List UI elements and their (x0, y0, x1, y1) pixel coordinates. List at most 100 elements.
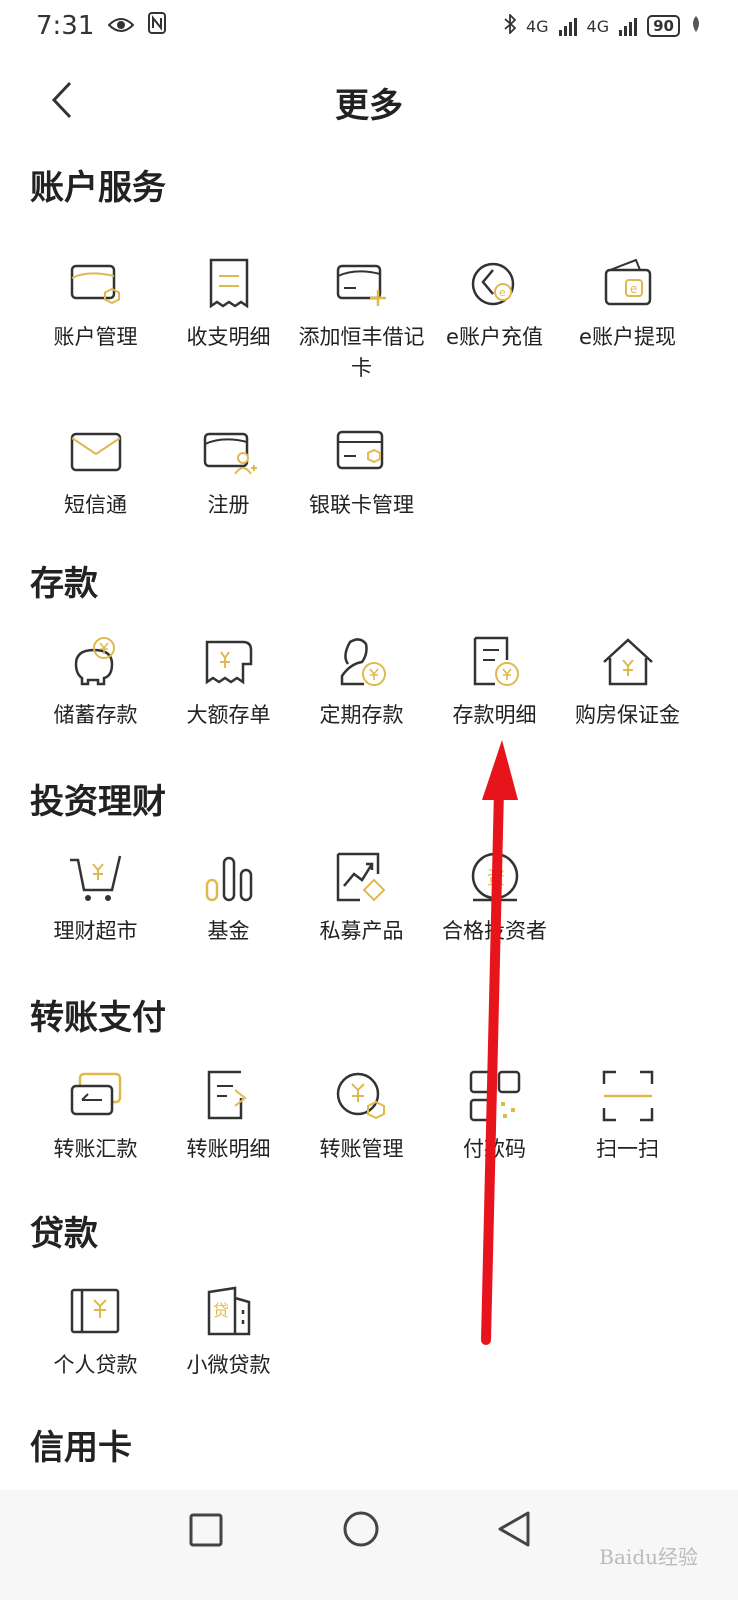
section: 贷款 个人贷款 贷小微贷款 (0, 1206, 738, 1377)
deposit-detail-icon (473, 636, 519, 686)
menu-item[interactable]: e e账户充值 (428, 256, 561, 384)
menu-item-label: 小微贷款 (186, 1353, 271, 1377)
qualified-investor-icon: 资 (471, 852, 518, 902)
menu-item[interactable]: 账户管理 (29, 256, 162, 384)
e-wallet-icon: e (604, 258, 651, 306)
menu-item-label: 添加恒丰借记卡 (298, 325, 425, 380)
triangle-back-icon (498, 1511, 530, 1547)
menu-item-label: 购房保证金 (575, 703, 680, 727)
menu-item[interactable]: 转账管理 (295, 1068, 428, 1165)
menu-item[interactable]: 基金 (162, 850, 295, 947)
menu-item-label: 短信通 (64, 493, 127, 517)
menu-item[interactable]: 个人贷款 (29, 1284, 162, 1381)
menu-item[interactable]: 存款明细 (428, 634, 561, 731)
status-bar: 7:31 4G 4G 90 (0, 0, 738, 52)
menu-item-label: 合格投资者 (442, 919, 547, 943)
menu-item-label: e账户提现 (579, 325, 676, 349)
transfer-icon (70, 1072, 121, 1116)
menu-grid-row: 账户管理 收支明细 添加恒丰借记卡 e e账户充值 e e账户提现 (0, 256, 694, 384)
menu-item[interactable]: 贷小微贷款 (162, 1284, 295, 1381)
nfc-icon (148, 11, 167, 41)
menu-item-label: 转账明细 (186, 1137, 271, 1161)
menu-item[interactable]: 购房保证金 (561, 634, 694, 731)
menu-item[interactable]: 扫一扫 (561, 1068, 694, 1165)
menu-item-label: 付款码 (463, 1137, 526, 1161)
leaf-icon (690, 15, 702, 37)
personal-loan-icon (70, 1288, 119, 1334)
menu-item-label: 定期存款 (319, 703, 404, 727)
fund-bars-icon (205, 856, 252, 902)
section: 信用卡 (0, 1420, 738, 1469)
svg-text:贷: 贷 (213, 1301, 229, 1320)
menu-item-label: 存款明细 (452, 703, 537, 727)
large-deposit-icon (205, 640, 252, 685)
menu-item[interactable]: 资合格投资者 (428, 850, 561, 947)
svg-text:资: 资 (487, 868, 505, 889)
menu-grid-row: 理财超市 基金 私募产品资合格投资者 (0, 850, 561, 947)
menu-item[interactable]: 定期存款 (295, 634, 428, 731)
section-title: 账户服务 (30, 168, 166, 208)
menu-item-label: 理财超市 (53, 919, 138, 943)
transfer-detail-icon (207, 1070, 247, 1120)
menu-item-label: 扫一扫 (596, 1137, 659, 1161)
menu-item[interactable]: 转账明细 (162, 1068, 295, 1165)
home-button[interactable] (342, 1510, 380, 1552)
svg-text:e: e (630, 282, 637, 296)
recent-apps-button[interactable] (188, 1512, 224, 1552)
battery-level: 90 (653, 17, 674, 35)
section: 投资理财理财超市 基金 私募产品 资合格投资者 (0, 774, 738, 943)
page-title: 更多 (335, 86, 403, 126)
network-label-2: 4G (586, 16, 610, 36)
menu-item[interactable]: 储蓄存款 (29, 634, 162, 731)
account-card-shield-icon (70, 264, 120, 305)
menu-grid-row: 储蓄存款 大额存单 定期存款 存款明细 购房保证金 (0, 634, 694, 731)
add-card-icon (336, 264, 386, 306)
section-title: 存款 (30, 564, 98, 604)
private-fund-icon (336, 852, 385, 902)
back-nav-button[interactable] (496, 1510, 532, 1552)
register-user-icon (203, 432, 257, 475)
section-title: 投资理财 (30, 782, 166, 822)
menu-item-label: 转账管理 (319, 1137, 404, 1161)
menu-item-label: 个人贷款 (53, 1353, 138, 1377)
menu-item[interactable]: 银联卡管理 (295, 424, 428, 521)
menu-item-label: 转账汇款 (53, 1137, 138, 1161)
menu-item[interactable]: 付款码 (428, 1068, 561, 1165)
eye-icon (107, 11, 135, 41)
piggy-bank-icon (74, 637, 115, 686)
menu-item[interactable]: 收支明细 (162, 256, 295, 384)
menu-item[interactable]: 短信通 (29, 424, 162, 521)
section-title: 信用卡 (30, 1428, 132, 1468)
payment-code-icon (469, 1070, 520, 1122)
section: 账户服务账户管理 收支明细 添加恒丰借记卡 e e账户充值 e e账户提现短信通 注册 银联卡管… (0, 160, 738, 517)
menu-item[interactable]: 注册 (162, 424, 295, 521)
signal-icon-2 (619, 16, 638, 36)
menu-item-label: e账户充值 (446, 325, 543, 349)
unionpay-card-icon (336, 430, 383, 470)
menu-item-label: 私募产品 (319, 919, 404, 943)
svg-text:e: e (499, 286, 506, 299)
section: 存款储蓄存款 大额存单 定期存款 存款明细 购房保证金 (0, 556, 738, 727)
cart-icon (69, 855, 121, 901)
menu-item-label: 银联卡管理 (309, 493, 414, 517)
battery-icon: 90 (647, 15, 680, 37)
house-deposit-icon (602, 638, 653, 686)
menu-grid-row: 转账汇款 转账明细 转账管理 付款码 扫一扫 (0, 1068, 694, 1165)
menu-item[interactable]: 私募产品 (295, 850, 428, 947)
menu-item[interactable]: 理财超市 (29, 850, 162, 947)
menu-item[interactable]: 转账汇款 (29, 1068, 162, 1165)
menu-item-label: 大额存单 (186, 703, 271, 727)
menu-item[interactable]: e e账户提现 (561, 256, 694, 384)
status-time: 7:31 (36, 11, 95, 41)
menu-item[interactable]: 添加恒丰借记卡 (295, 256, 428, 384)
menu-grid-row: 短信通 注册 银联卡管理 (0, 424, 428, 521)
menu-item-label: 基金 (207, 919, 250, 943)
header: 更多 (0, 60, 738, 140)
menu-item[interactable]: 大额存单 (162, 634, 295, 731)
menu-item-label: 储蓄存款 (53, 703, 138, 727)
menu-item-label: 注册 (207, 493, 250, 517)
envelope-icon (70, 432, 121, 472)
fixed-deposit-icon (340, 638, 386, 686)
receipt-icon (209, 258, 248, 309)
navigation-bar: Baidu经验 (0, 1490, 738, 1600)
